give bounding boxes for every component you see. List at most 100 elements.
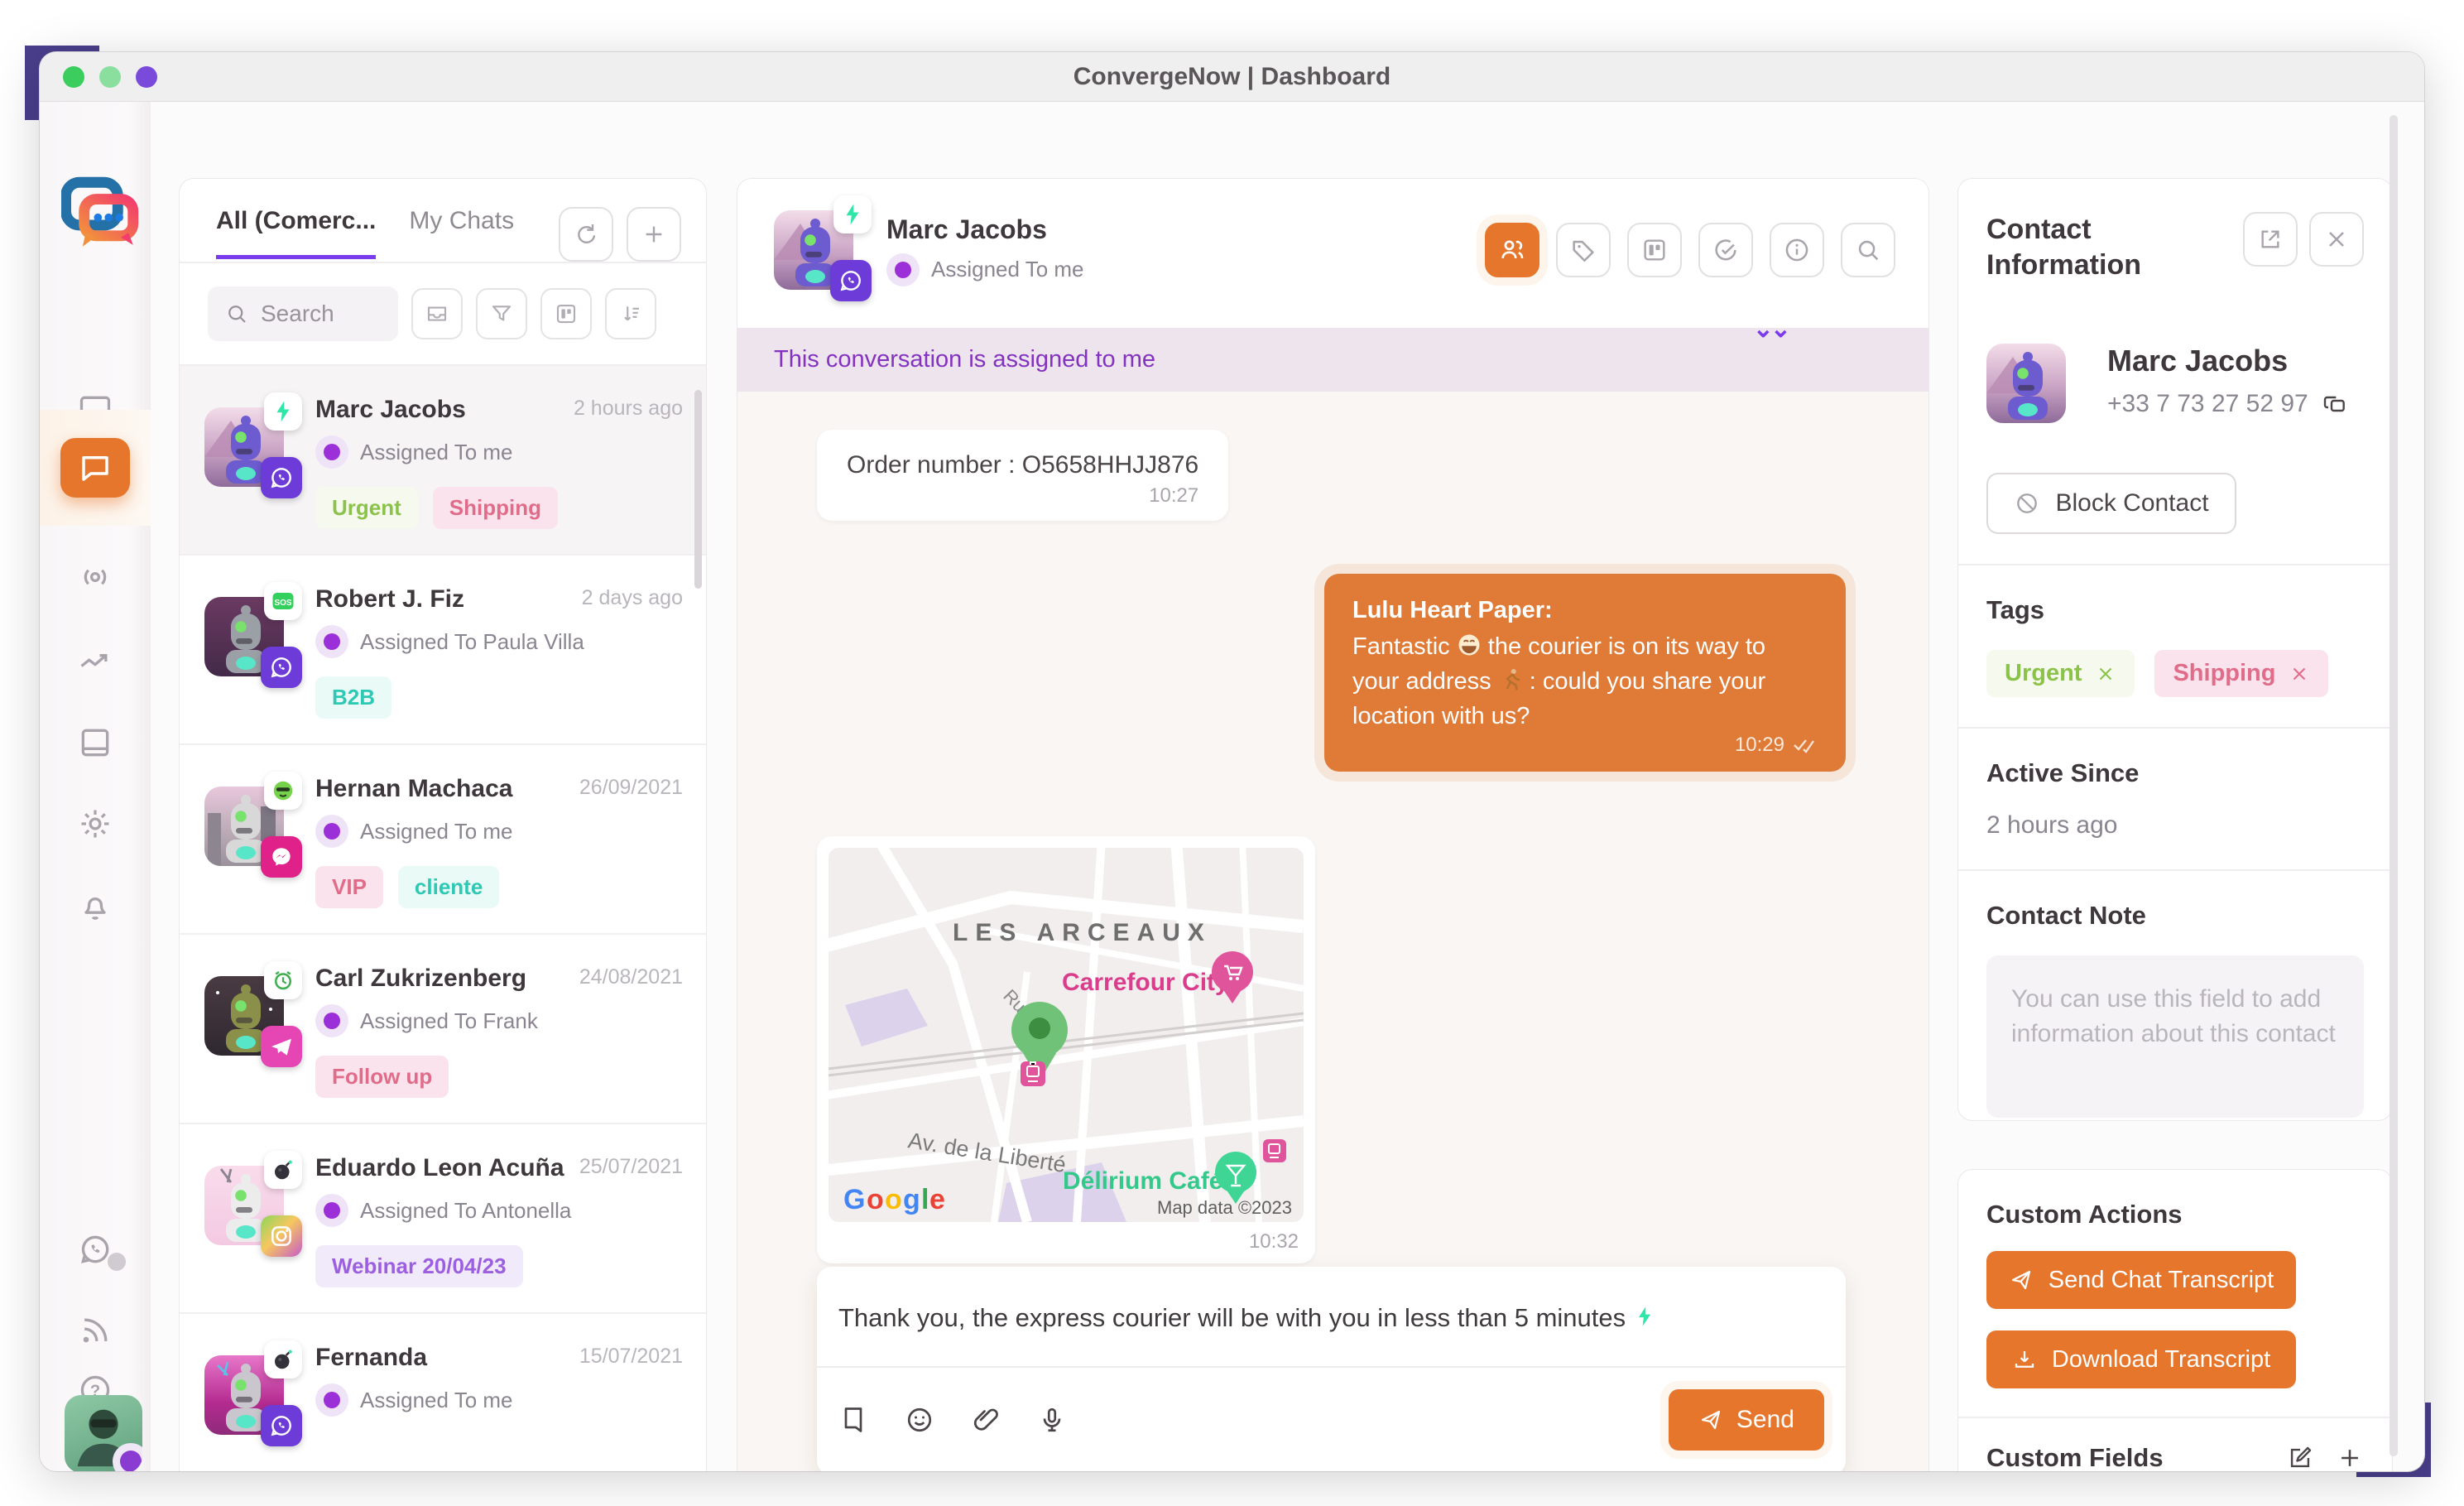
chat-list-panel: All (Comerc... My Chats Search — [179, 178, 707, 1471]
svg-text:G: G — [843, 1184, 865, 1215]
contact-name: Eduardo Leon Acuña — [315, 1154, 564, 1182]
svg-text:l: l — [921, 1184, 929, 1215]
compose-input[interactable]: Thank you, the express courier will be w… — [817, 1267, 1846, 1366]
cool-emoji-badge-icon — [264, 772, 302, 810]
window-scrollbar[interactable] — [2390, 115, 2398, 1456]
user-avatar[interactable] — [65, 1395, 142, 1471]
panel-title: Contact Information — [1986, 212, 2185, 282]
chat-list-scrollbar[interactable] — [694, 390, 702, 589]
custom-fields-title: Custom Fields — [1986, 1443, 2164, 1471]
attachment-icon[interactable] — [971, 1405, 1001, 1435]
chat-list-item[interactable]: Carl Zukrizenberg 24/08/2021 Assigned To… — [180, 935, 706, 1124]
tag-chip[interactable]: Follow up — [315, 1056, 449, 1098]
nav-analytics-icon[interactable] — [74, 640, 117, 683]
tab-all-conversations[interactable]: All (Comerc... — [216, 207, 376, 259]
tag-chip[interactable]: cliente — [398, 866, 499, 908]
sort-icon — [618, 301, 643, 326]
tag-chip[interactable]: B2B — [315, 676, 391, 719]
lightning-badge-icon — [264, 392, 302, 431]
add-field-icon[interactable] — [2336, 1444, 2364, 1471]
traffic-light-zoom[interactable] — [136, 66, 157, 88]
contact-note-input[interactable]: You can use this field to add informatio… — [1986, 955, 2364, 1118]
tag-conversation-button[interactable] — [1556, 223, 1611, 277]
message-order[interactable]: Order number : O5658HHJJ876 10:27 — [817, 430, 1228, 521]
conversation-contact-name: Marc Jacobs — [886, 214, 1084, 245]
block-contact-button[interactable]: Block Contact — [1986, 473, 2236, 534]
board-button[interactable] — [1627, 223, 1682, 277]
nav-broadcast-icon[interactable] — [74, 556, 117, 599]
nav-contacts-book-icon[interactable] — [74, 721, 117, 764]
message-text: Order number : O5658HHJJ876 — [847, 451, 1198, 479]
contact-phone: +33 7 73 27 52 97 — [2107, 390, 2308, 418]
scroll-indicator-icon[interactable]: ⌄⌄ — [1753, 315, 1788, 344]
chat-list-item[interactable]: Hernan Machaca 26/09/2021 Assigned To me… — [180, 745, 706, 935]
download-icon — [2012, 1347, 2037, 1372]
new-chat-button[interactable] — [627, 207, 681, 262]
funnel-icon — [489, 301, 514, 326]
message-location[interactable]: LES ARCEAUX Carrefour City Rue G Av. de … — [817, 836, 1315, 1263]
send-transcript-button[interactable]: Send Chat Transcript — [1986, 1251, 2296, 1309]
message-agent[interactable]: Lulu Heart Paper: Fantastic the courier … — [1324, 574, 1846, 772]
copy-icon[interactable] — [2322, 391, 2348, 417]
contact-name: Robert J. Fiz — [315, 585, 464, 613]
whatsapp-channel-icon — [261, 457, 302, 498]
tag-chip[interactable]: Shipping — [433, 487, 558, 529]
resolve-button[interactable] — [1698, 223, 1753, 277]
map-image[interactable]: LES ARCEAUX Carrefour City Rue G Av. de … — [829, 848, 1304, 1222]
tab-my-chats[interactable]: My Chats — [409, 207, 514, 255]
open-contact-button[interactable] — [2243, 212, 2298, 267]
chat-list-item[interactable]: SOS Robert J. Fiz 2 days ago Assigned To… — [180, 556, 706, 745]
chat-list-item[interactable]: Eduardo Leon Acuña 25/07/2021 Assigned T… — [180, 1124, 706, 1314]
tag-chip[interactable]: Urgent — [315, 487, 418, 529]
contact-avatar — [204, 1355, 284, 1435]
nav-chats-icon[interactable] — [60, 438, 130, 498]
compose-box[interactable]: Thank you, the express courier will be w… — [817, 1267, 1846, 1471]
tag-chip[interactable]: Shipping — [2154, 650, 2328, 697]
inbox-filter-button[interactable] — [411, 288, 463, 339]
contact-name: Marc Jacobs — [2107, 344, 2348, 378]
chat-list-item[interactable]: Marc Jacobs 2 hours ago Assigned To me U… — [180, 366, 706, 556]
search-icon — [1854, 236, 1882, 264]
microphone-icon[interactable] — [1037, 1405, 1067, 1435]
chat-list-item[interactable]: Fernanda 15/07/2021 Assigned To me — [180, 1314, 706, 1460]
contact-name: Fernanda — [315, 1344, 427, 1372]
assign-agent-button[interactable] — [1485, 223, 1539, 277]
filter-button[interactable] — [476, 288, 527, 339]
traffic-light-minimize[interactable] — [99, 66, 121, 88]
contact-name: Marc Jacobs — [315, 396, 466, 424]
nav-feed-icon[interactable] — [74, 1309, 117, 1352]
tags-section-title: Tags — [1986, 595, 2364, 625]
messenger-channel-icon — [261, 836, 302, 878]
sort-button[interactable] — [605, 288, 656, 339]
check-circle-icon — [1712, 236, 1740, 264]
remove-tag-icon[interactable] — [2095, 663, 2116, 685]
send-button[interactable]: Send — [1669, 1389, 1824, 1451]
contact-info-panel: Contact Information Marc Jacobs +33 7 73… — [1957, 178, 2393, 1121]
info-button[interactable] — [1770, 223, 1824, 277]
remove-tag-icon[interactable] — [2289, 663, 2310, 685]
search-input[interactable]: Search — [208, 286, 398, 341]
people-icon — [1498, 236, 1526, 264]
refresh-button[interactable] — [559, 207, 613, 262]
search-conversation-button[interactable] — [1841, 223, 1895, 277]
emoji-icon[interactable] — [905, 1405, 934, 1435]
assigned-dot — [315, 435, 348, 469]
nav-notifications-icon[interactable] — [74, 883, 117, 926]
window-titlebar: ConvergeNow | Dashboard — [40, 52, 2424, 102]
chat-time: 2 hours ago — [574, 396, 683, 424]
message-sender: Lulu Heart Paper: — [1352, 597, 1818, 624]
contact-avatar — [204, 787, 284, 866]
board-view-button[interactable] — [540, 288, 592, 339]
conversation-panel: Marc Jacobs Assigned To me This conversa… — [737, 178, 1929, 1471]
nav-settings-icon[interactable] — [74, 802, 117, 845]
close-panel-button[interactable] — [2309, 212, 2364, 267]
tag-chip[interactable]: VIP — [315, 866, 383, 908]
nav-chats-active — [40, 410, 151, 526]
download-transcript-button[interactable]: Download Transcript — [1986, 1330, 2296, 1388]
edit-fields-icon[interactable] — [2286, 1444, 2314, 1471]
tag-chip[interactable]: Urgent — [1986, 650, 2135, 697]
send-icon — [2009, 1268, 2034, 1292]
templates-icon[interactable] — [838, 1405, 868, 1435]
traffic-light-close[interactable] — [63, 66, 84, 88]
tag-chip[interactable]: Webinar 20/04/23 — [315, 1245, 523, 1287]
